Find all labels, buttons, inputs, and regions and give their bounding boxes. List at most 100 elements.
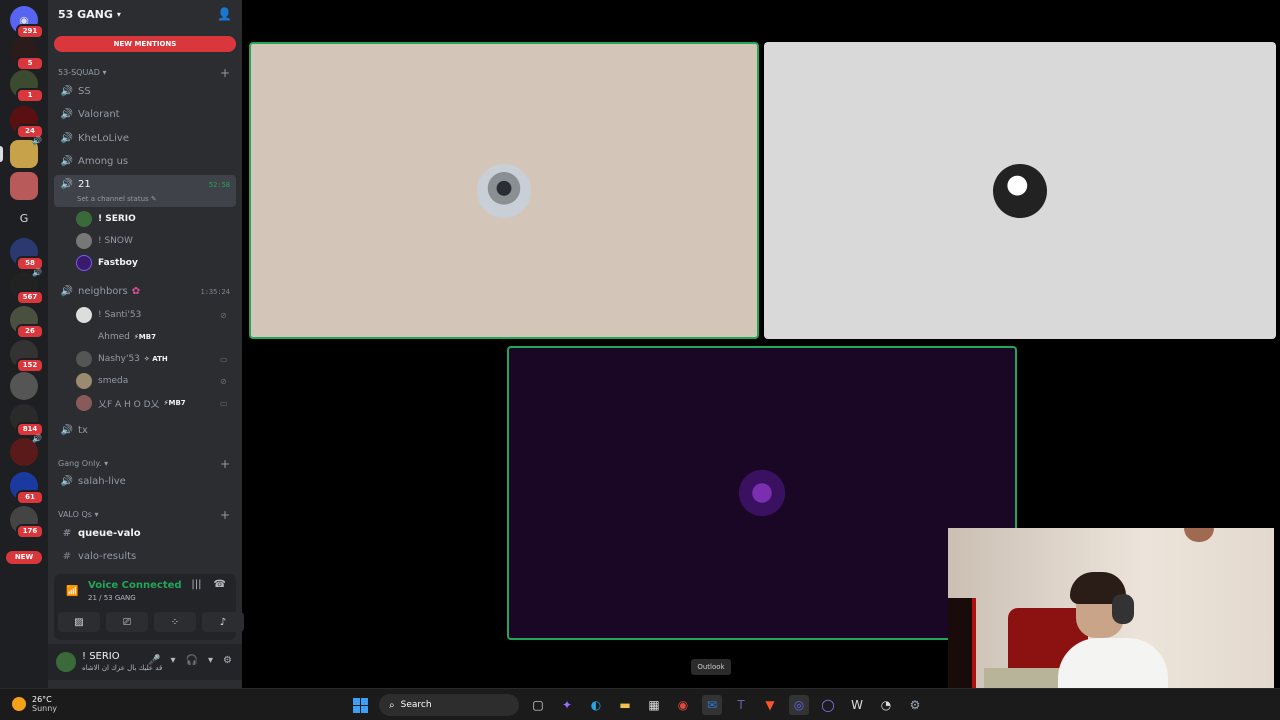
channel-ss[interactable]: 🔊 SS [54, 81, 236, 102]
voice-user[interactable]: ! Santi'53 ⊘ [76, 305, 227, 325]
server-icon-15[interactable]: 176 [10, 506, 44, 539]
soundboard-button[interactable]: ♪ [202, 612, 244, 632]
camera-off-button[interactable]: ▨ [58, 612, 100, 632]
add-channel-icon[interactable]: + [220, 66, 230, 80]
activities-button[interactable]: ⁘ [154, 612, 196, 632]
channel-tx[interactable]: 🔊 tx [54, 420, 236, 441]
category-gang-only[interactable]: Gang Only. ▾ + [58, 457, 230, 471]
server-icon-9[interactable]: 26 [10, 306, 44, 339]
channel-khelolive[interactable]: 🔊 KheLoLive [54, 128, 236, 149]
server-badge: 176 [16, 524, 44, 539]
channel-label: salah-live [78, 476, 126, 487]
microphone-icon[interactable]: 🎤 [148, 655, 160, 666]
weather-condition: Sunny [32, 704, 58, 713]
signal-icon: 📶 [66, 586, 79, 597]
server-badge: 152 [16, 358, 44, 373]
voice-user[interactable]: Fastboy [76, 253, 138, 273]
channel-neighbors[interactable]: 🔊 neighbors ✿ 1:35:24 [54, 281, 236, 302]
channel-salah-live[interactable]: 🔊 salah-live [54, 471, 236, 492]
channel-label: valo-results [78, 551, 137, 562]
server-icon-11[interactable] [10, 372, 38, 400]
server-icon-1[interactable]: 5 [10, 38, 44, 71]
channel-status-link[interactable]: Set a channel status ✎ [77, 195, 157, 203]
speaker-icon: 🔊 [32, 268, 42, 277]
settings-icon[interactable]: ⚙ [905, 695, 925, 715]
text-channel-hash-icon: # [62, 528, 72, 539]
add-user-icon[interactable]: 👤 [217, 7, 232, 21]
server-icon-8[interactable]: 🔊 567 [10, 268, 44, 305]
server-icon-13[interactable]: 🔊 [10, 434, 42, 466]
voice-connection-panel: 📶 Voice Connected 21 / 53 GANG ||| ☎ ▨ ⎚… [54, 574, 244, 640]
store-icon[interactable]: ▦ [644, 695, 664, 715]
noise-suppression-icon[interactable]: ||| [191, 579, 201, 590]
home-discord-icon[interactable]: ◉ 291 [10, 6, 44, 39]
voice-connected-location[interactable]: 21 / 53 GANG [88, 594, 136, 602]
disconnect-icon[interactable]: ☎ [214, 579, 226, 590]
voice-user[interactable]: ! SNOW [76, 231, 133, 251]
copilot-icon[interactable]: ✦ [557, 695, 577, 715]
channel-status-text: Set a channel status [77, 195, 149, 203]
voice-connected-status[interactable]: Voice Connected [88, 580, 182, 591]
chevron-down-icon[interactable]: ▾ [171, 655, 176, 666]
taskbar-search[interactable]: ⌕ Search [379, 694, 519, 716]
server-icon-g[interactable]: G [10, 204, 38, 232]
video-tile[interactable] [764, 42, 1276, 339]
channel-queue-valo[interactable]: # queue-valo [54, 523, 236, 544]
server-icon-53-gang[interactable]: 🔊 [10, 136, 42, 168]
headphones-icon[interactable]: 🎧 [186, 655, 198, 666]
app-w-icon[interactable]: W [847, 695, 867, 715]
outlook-icon[interactable]: ✉ [702, 695, 722, 715]
app-riot-icon[interactable]: ◔ [876, 695, 896, 715]
voice-user[interactable]: smeda ⊘ [76, 371, 227, 391]
server-rail: ◉ 291 5 1 24 🔊 G 58 🔊 567 26 152 814 🔊 61 … [0, 0, 48, 688]
category-valo-qs[interactable]: VALO Qs ▾ + [58, 508, 230, 522]
avatar [76, 211, 92, 227]
discord-window: ◉ 291 5 1 24 🔊 G 58 🔊 567 26 152 814 🔊 61 … [0, 0, 1280, 720]
channel-among-us[interactable]: 🔊 Among us [54, 151, 236, 172]
avatar [735, 466, 789, 520]
server-icon-2[interactable]: 1 [10, 70, 44, 103]
discord-icon[interactable]: ◎ [789, 695, 809, 715]
server-icon-10[interactable]: 152 [10, 340, 44, 373]
server-icon-12[interactable]: 814 [10, 404, 44, 437]
new-mentions-button[interactable]: NEW MENTIONS [54, 36, 236, 52]
new-unreads-pill[interactable]: NEW [6, 551, 42, 564]
add-channel-icon[interactable]: + [220, 457, 230, 471]
edge-icon[interactable]: ◐ [586, 695, 606, 715]
server-header[interactable]: 53 GANG ▾ 👤 [48, 0, 242, 28]
voice-user[interactable]: Ahmed ⚡MB7 [76, 327, 156, 347]
teams-icon[interactable]: T [731, 695, 751, 715]
avatar[interactable] [56, 652, 76, 672]
brave-icon[interactable]: ▼ [760, 695, 780, 715]
file-explorer-icon[interactable]: ▬ [615, 695, 635, 715]
server-icon-14[interactable]: 61 [10, 472, 44, 505]
category-label: VALO Qs [58, 510, 92, 519]
server-icon-7[interactable]: 58 [10, 238, 44, 271]
avatar [76, 329, 92, 345]
chrome-icon[interactable]: ◉ [673, 695, 693, 715]
task-view-icon[interactable]: ▢ [528, 695, 548, 715]
video-tile-speaking[interactable] [507, 346, 1017, 640]
channel-valo-results[interactable]: # valo-results [54, 546, 236, 567]
add-channel-icon[interactable]: + [220, 508, 230, 522]
avatar [76, 395, 92, 411]
voice-user[interactable]: 乂F A H O D乂 ⚡MB7 ▭ [76, 393, 228, 413]
channel-label: queue-valo [78, 528, 141, 539]
voice-user-name: Ahmed [98, 332, 130, 342]
windows-start-icon[interactable] [350, 695, 370, 715]
voice-user-name: ! Santi'53 [98, 310, 142, 320]
server-icon-3[interactable]: 24 [10, 106, 44, 139]
user-panel: ! SERIO قد عليك بال عزك ان الاشاه 🎤 ▾ 🎧 … [48, 644, 242, 680]
server-badge: 26 [16, 324, 44, 339]
channel-valorant[interactable]: 🔊 Valorant [54, 104, 236, 125]
voice-user[interactable]: ! SERIO [76, 209, 136, 229]
voice-user[interactable]: Nashy'53 ✧ ATH ▭ [76, 349, 228, 369]
video-tile-speaking[interactable] [249, 42, 759, 339]
screen-share-button[interactable]: ⎚ [106, 612, 148, 632]
server-icon-5[interactable] [10, 172, 38, 200]
chevron-down-icon[interactable]: ▾ [208, 655, 213, 666]
gear-icon[interactable]: ⚙ [223, 655, 232, 666]
app-ring-icon[interactable]: ◯ [818, 695, 838, 715]
category-53-squad[interactable]: 53-SQUAD ▾ + [58, 66, 230, 80]
weather-widget[interactable]: 26°C Sunny [12, 695, 57, 713]
